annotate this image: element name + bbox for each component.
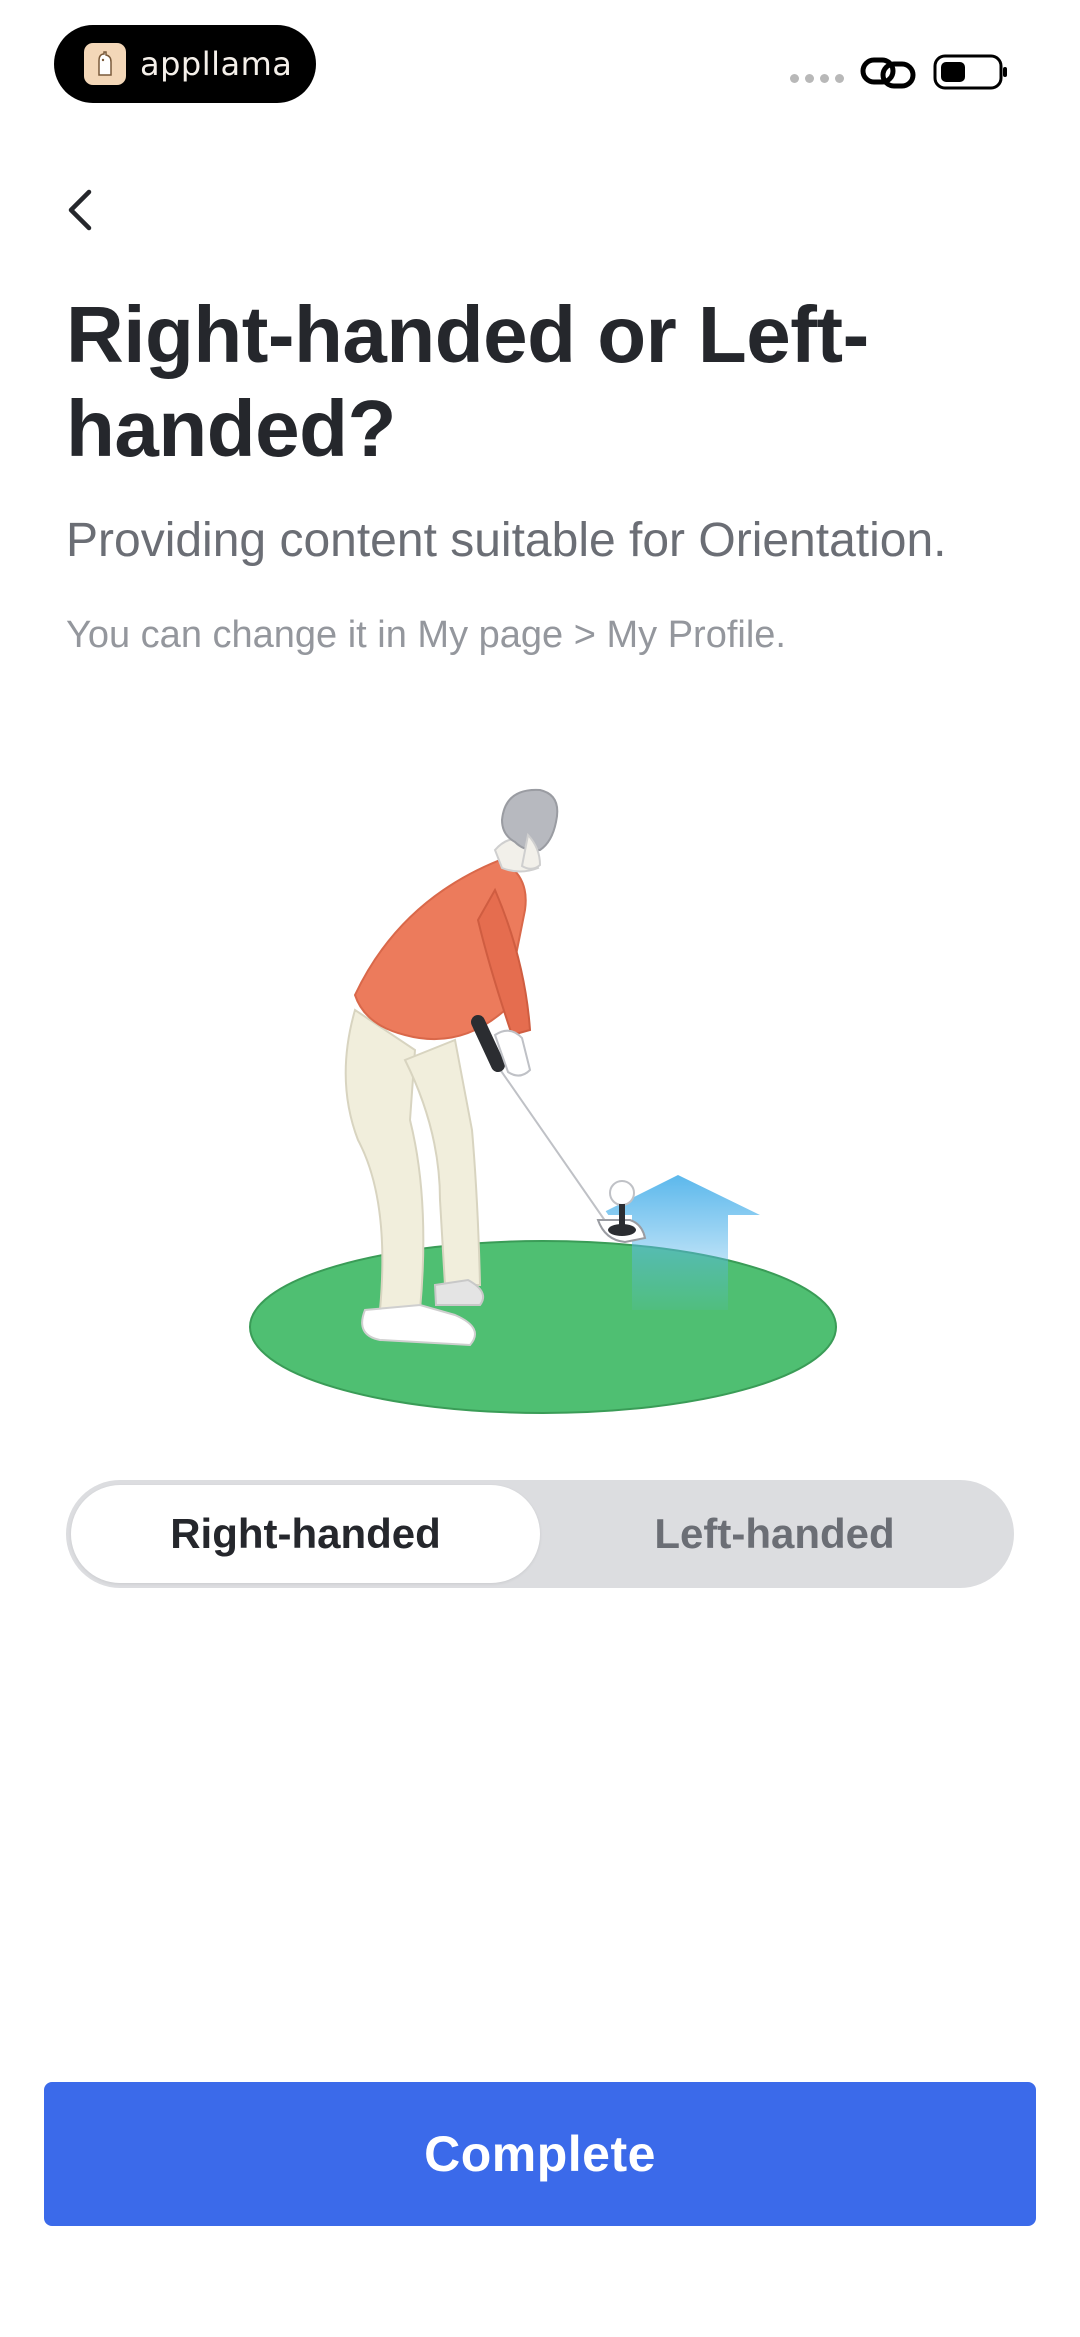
golfer-illustration [249, 788, 837, 1414]
page-subtitle: Providing content suitable for Orientati… [66, 514, 947, 567]
app-name: appllama [140, 45, 293, 83]
complete-button[interactable]: Complete [44, 2082, 1036, 2226]
handedness-toggle: Right-handed Left-handed [66, 1480, 1014, 1588]
llama-icon [84, 43, 126, 85]
profile-hint: You can change it in My page > My Profil… [66, 614, 786, 656]
chevron-left-icon [68, 189, 92, 231]
screen: appllama Right-handed or Left-handed? Pr… [0, 0, 1080, 2337]
status-icons [790, 52, 1010, 92]
link-icon [860, 57, 916, 89]
battery-icon [933, 54, 1007, 90]
page-title: Right-handed or Left-handed? [66, 290, 869, 473]
right-handed-option[interactable]: Right-handed [71, 1485, 540, 1583]
back-button[interactable] [56, 182, 104, 238]
signal-icon [790, 73, 844, 83]
app-status-pill[interactable]: appllama [54, 25, 316, 103]
left-handed-option[interactable]: Left-handed [540, 1485, 1009, 1583]
